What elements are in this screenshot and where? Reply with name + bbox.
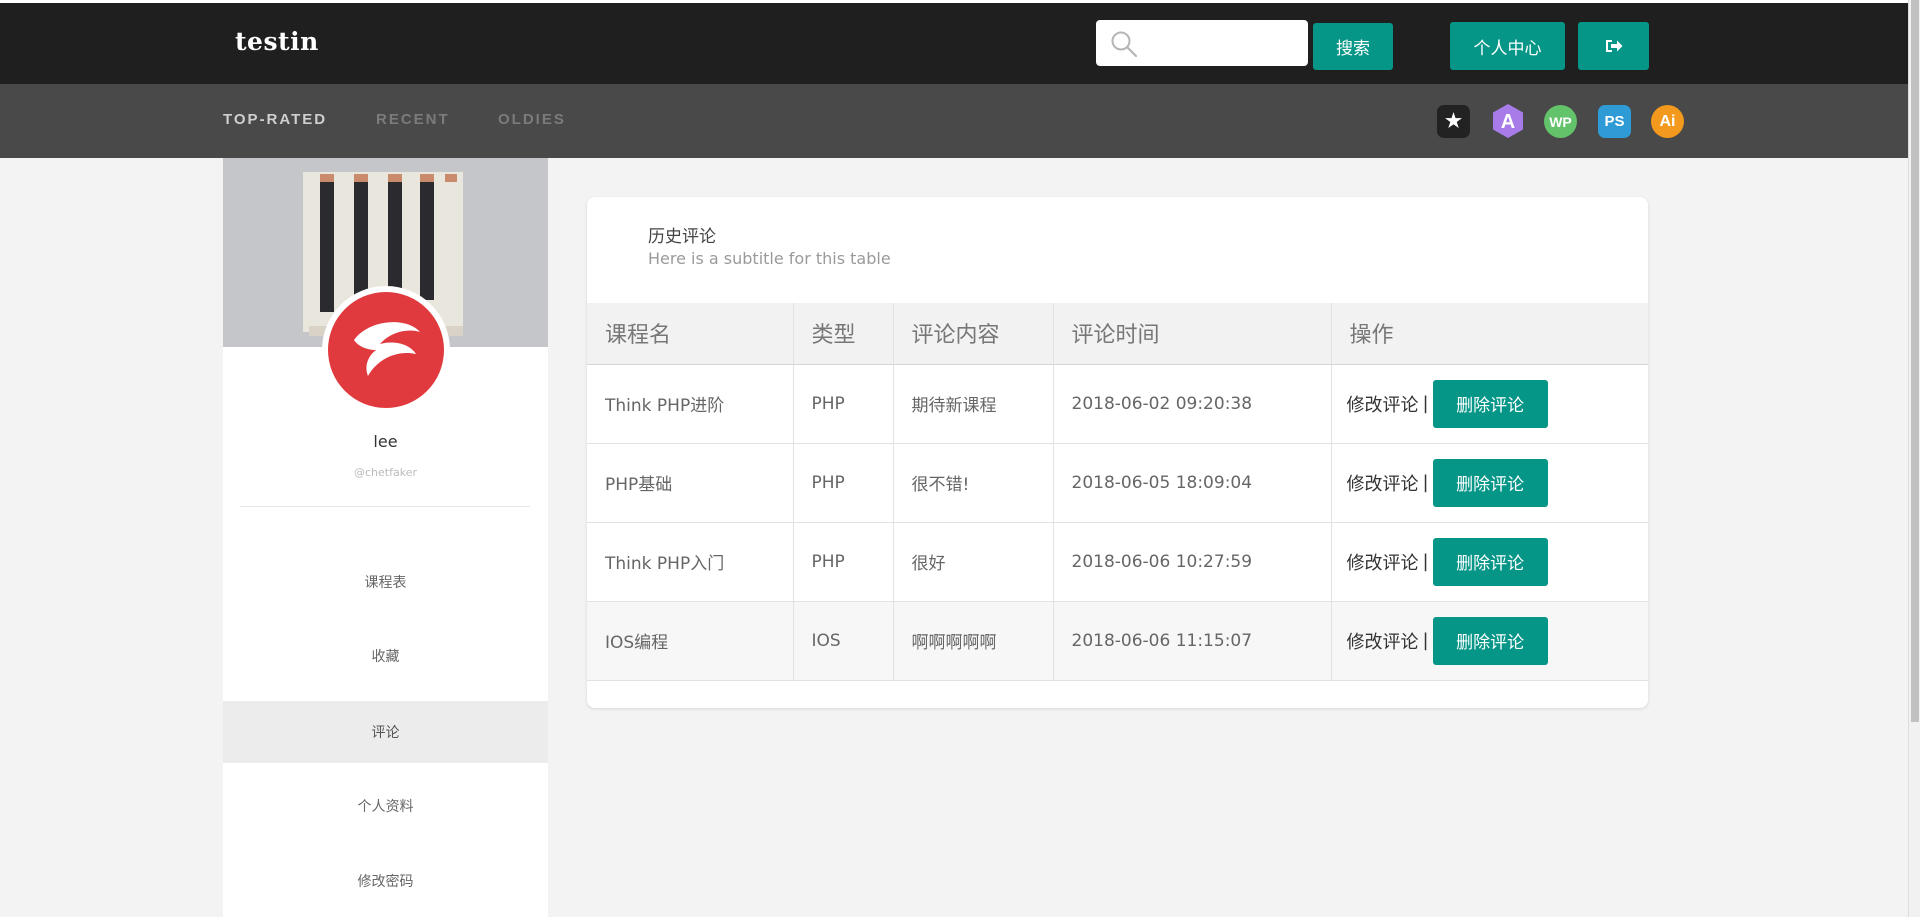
- cell-type: PHP: [793, 364, 894, 444]
- separator: |: [1422, 551, 1429, 572]
- a-icon[interactable]: A: [1490, 103, 1526, 139]
- sidebar-item-change-password[interactable]: 修改密码: [223, 850, 548, 912]
- edit-comment-link[interactable]: 修改评论: [1347, 549, 1419, 575]
- cell-course: Think PHP入门: [587, 522, 794, 602]
- wp-icon[interactable]: WP: [1544, 105, 1577, 138]
- comments-table: 课程名 类型 评论内容 评论时间 操作 Think PHP进阶 PHP 期待新课…: [587, 303, 1648, 681]
- cell-type: PHP: [793, 522, 894, 602]
- scrollbar-thumb[interactable]: [1911, 0, 1919, 722]
- column-header-type: 类型: [793, 303, 894, 365]
- cell-course: IOS编程: [587, 601, 794, 681]
- avatar-logo-icon: [328, 292, 444, 408]
- profile-name: lee: [373, 432, 398, 451]
- personal-center-button[interactable]: 个人中心: [1450, 22, 1565, 70]
- edit-comment-link[interactable]: 修改评论: [1347, 628, 1419, 654]
- cell-comment: 啊啊啊啊啊: [893, 601, 1054, 681]
- sidebar-item-comments[interactable]: 评论: [223, 701, 548, 763]
- search-icon: [1111, 31, 1138, 58]
- card-title: 历史评论: [648, 227, 716, 247]
- delete-comment-button[interactable]: 删除评论: [1432, 379, 1548, 428]
- sub-nav: TOP-RATED RECENT OLDIES ★ A WP PS Ai: [0, 84, 1908, 158]
- tab-top-rated[interactable]: TOP-RATED: [223, 111, 327, 128]
- delete-comment-button[interactable]: 删除评论: [1432, 537, 1548, 586]
- tab-oldies[interactable]: OLDIES: [498, 111, 566, 128]
- search-button[interactable]: 搜索: [1313, 23, 1393, 70]
- profile-handle: @chetfaker: [354, 466, 417, 479]
- cell-comment: 很不错!: [893, 443, 1054, 523]
- profile-sidebar: lee @chetfaker 课程表 收藏 评论 个人资料 修改密码: [223, 158, 548, 917]
- cell-actions: 修改评论 | 删除评论: [1331, 601, 1648, 681]
- sidebar-item-schedule[interactable]: 课程表: [223, 551, 548, 613]
- separator: |: [1422, 630, 1429, 651]
- page-scrollbar[interactable]: [1908, 0, 1920, 917]
- ps-icon[interactable]: PS: [1598, 105, 1631, 138]
- card-subtitle: Here is a subtitle for this table: [648, 249, 891, 268]
- logout-button[interactable]: [1578, 22, 1649, 70]
- cell-time: 2018-06-06 10:27:59: [1053, 522, 1332, 602]
- cell-time: 2018-06-05 18:09:04: [1053, 443, 1332, 523]
- a-icon-letter: A: [1501, 111, 1515, 133]
- avatar[interactable]: [322, 286, 450, 414]
- column-header-time: 评论时间: [1053, 303, 1332, 365]
- cell-type: PHP: [793, 443, 894, 523]
- cell-comment: 期待新课程: [893, 364, 1054, 444]
- cell-actions: 修改评论 | 删除评论: [1331, 522, 1648, 602]
- cell-type: IOS: [793, 601, 894, 681]
- divider: [240, 506, 530, 507]
- ai-icon[interactable]: Ai: [1651, 105, 1684, 138]
- star-icon[interactable]: ★: [1437, 105, 1470, 138]
- cell-actions: 修改评论 | 删除评论: [1331, 443, 1648, 523]
- cell-time: 2018-06-02 09:20:38: [1053, 364, 1332, 444]
- comments-card: 历史评论 Here is a subtitle for this table 课…: [587, 197, 1648, 708]
- edit-comment-link[interactable]: 修改评论: [1347, 391, 1419, 417]
- separator: |: [1422, 393, 1429, 414]
- table-row: Think PHP进阶 PHP 期待新课程 2018-06-02 09:20:3…: [587, 364, 1648, 444]
- sidebar-item-profile[interactable]: 个人资料: [223, 775, 548, 837]
- column-header-comment: 评论内容: [893, 303, 1054, 365]
- sidebar-item-favorites[interactable]: 收藏: [223, 625, 548, 687]
- delete-comment-button[interactable]: 删除评论: [1432, 458, 1548, 507]
- logo[interactable]: testin: [235, 27, 319, 56]
- cell-course: Think PHP进阶: [587, 364, 794, 444]
- cell-actions: 修改评论 | 删除评论: [1331, 364, 1648, 444]
- edit-comment-link[interactable]: 修改评论: [1347, 470, 1419, 496]
- top-bar: testin 搜索 个人中心: [0, 0, 1908, 84]
- sign-out-icon: [1605, 40, 1622, 52]
- column-header-actions: 操作: [1331, 303, 1648, 365]
- delete-comment-button[interactable]: 删除评论: [1432, 616, 1548, 665]
- cell-comment: 很好: [893, 522, 1054, 602]
- tab-recent[interactable]: RECENT: [376, 111, 450, 128]
- table-row: Think PHP入门 PHP 很好 2018-06-06 10:27:59 修…: [587, 522, 1648, 602]
- table-row: IOS编程 IOS 啊啊啊啊啊 2018-06-06 11:15:07 修改评论…: [587, 601, 1648, 681]
- search-input[interactable]: [1146, 28, 1296, 58]
- table-header-row: 课程名 类型 评论内容 评论时间 操作: [587, 303, 1648, 365]
- separator: |: [1422, 472, 1429, 493]
- cell-course: PHP基础: [587, 443, 794, 523]
- table-row: PHP基础 PHP 很不错! 2018-06-05 18:09:04 修改评论 |…: [587, 443, 1648, 523]
- column-header-course: 课程名: [587, 303, 794, 365]
- cell-time: 2018-06-06 11:15:07: [1053, 601, 1332, 681]
- search-box: [1096, 20, 1308, 66]
